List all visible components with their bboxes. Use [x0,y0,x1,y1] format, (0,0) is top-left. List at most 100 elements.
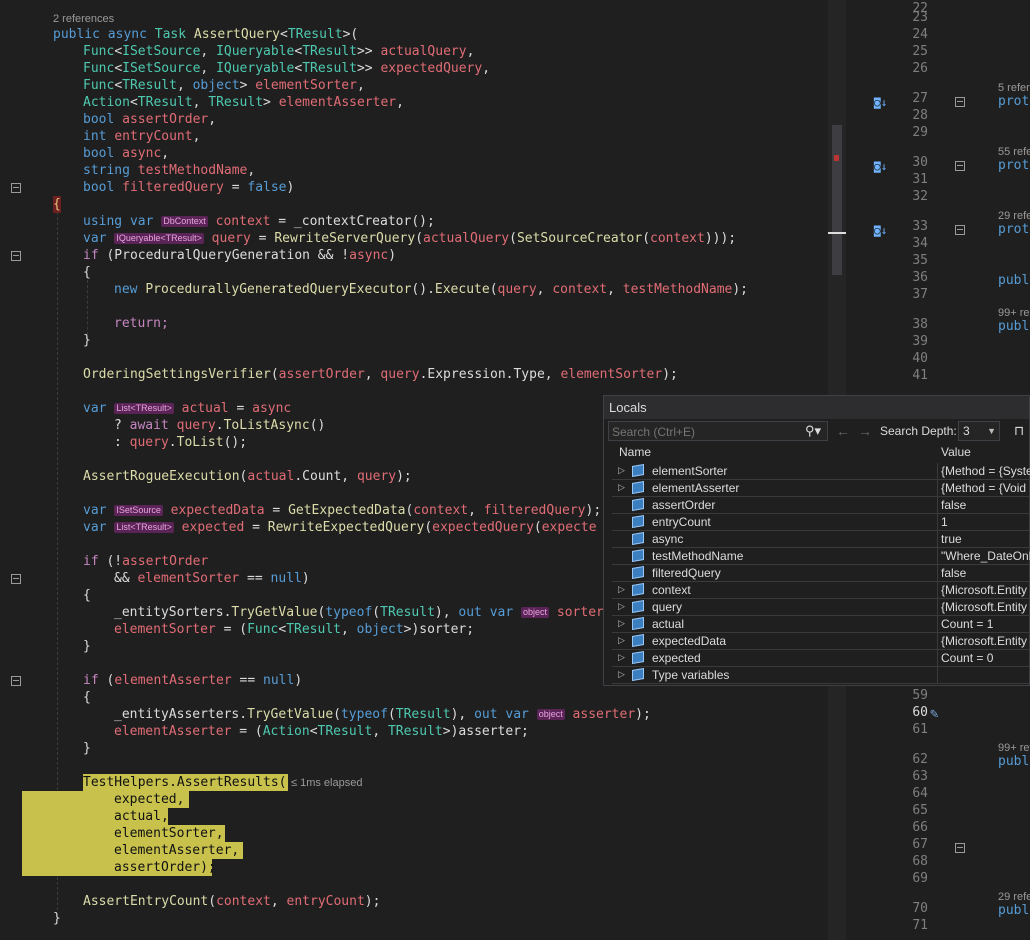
search-depth-select[interactable]: 3 ▼ [958,421,1000,441]
locals-row[interactable]: entryCount 1 [612,514,1030,531]
locals-row[interactable]: ▷ Type variables [612,667,1030,684]
expand-arrow-icon[interactable]: ▷ [618,584,625,595]
locals-row[interactable]: ▷ elementAsserter {Method = {Void [612,480,1030,497]
line-number: 28 [912,108,928,123]
expand-arrow-icon[interactable]: ▷ [618,652,625,663]
code-line: expected, [114,792,185,807]
locals-row[interactable]: assertOrder false [612,497,1030,514]
line-number: 27 [912,91,928,106]
codelens-references[interactable]: 99+ refe [998,742,1030,754]
locals-column-header: Name Value [604,444,1029,461]
variable-value[interactable]: false [941,566,966,580]
variable-value[interactable]: {Microsoft.Entity [941,634,1027,648]
expand-arrow-icon[interactable]: ▷ [618,482,625,493]
variable-value[interactable]: Count = 1 [941,617,993,631]
variable-value[interactable]: {Method = {Syste [941,464,1030,478]
locals-row[interactable]: ▷ actual Count = 1 [612,616,1030,633]
code-line: && elementSorter == null) [114,571,310,586]
code-line: publ [998,319,1030,334]
code-line: assertOrder); [114,860,216,875]
code-line: { [83,690,91,705]
pin-icon[interactable]: ⊓ [1014,423,1024,439]
fold-toggle-icon[interactable] [11,251,21,261]
variable-icon [632,548,644,563]
locals-title[interactable]: Locals [604,396,1029,419]
variable-name: expectedData [652,634,727,648]
line-number: 65 [912,803,928,818]
variable-value[interactable]: Count = 0 [941,651,993,665]
code-line: var List<TResult> actual = async [83,401,292,416]
fold-toggle-icon[interactable] [11,574,21,584]
variable-value[interactable]: "Where_DateOnly [941,549,1030,563]
expand-arrow-icon[interactable]: ▷ [618,635,625,646]
fold-toggle-icon[interactable] [955,161,965,171]
search-depth-label: Search Depth: [880,424,957,438]
variable-value[interactable]: {Microsoft.Entity [941,600,1027,614]
code-line: _entitySorters.TryGetValue(typeof(TResul… [114,605,604,620]
expand-arrow-icon[interactable]: ▷ [618,465,625,476]
code-line: } [83,741,91,756]
variable-value[interactable]: true [941,532,962,546]
fold-toggle-icon[interactable] [11,676,21,686]
code-line: var IQueryable<TResult> query = RewriteS… [83,231,737,246]
code-line: } [83,639,91,654]
line-number: 59 [912,688,928,703]
line-number: 30 [912,155,928,170]
code-line: { [83,265,91,280]
codelens-references[interactable]: 29 refe [998,891,1030,903]
locals-search-box[interactable]: ⚲▾ [608,421,828,442]
locals-row[interactable]: async true [612,531,1030,548]
codelens-references[interactable]: 99+ re [998,307,1030,319]
variable-name: async [652,532,684,546]
locals-window[interactable]: Locals ⚲▾ ← → Search Depth: 3▼ ⊓ Name Va… [603,395,1030,686]
column-separator [937,582,938,599]
fold-toggle-icon[interactable] [955,225,965,235]
codelens-references[interactable]: 55 refere [998,146,1030,158]
fold-toggle-icon[interactable] [11,183,21,193]
forward-arrow-icon[interactable]: → [858,423,872,439]
column-name-header[interactable]: Name [619,445,651,459]
expand-arrow-icon[interactable]: ▷ [618,669,625,680]
code-line: Action<TResult, TResult> elementAsserter… [83,95,404,110]
scrollbar-thumb[interactable] [832,125,842,275]
locals-row[interactable]: testMethodName "Where_DateOnly [612,548,1030,565]
fold-toggle-icon[interactable] [955,843,965,853]
locals-search-input[interactable] [609,422,804,442]
column-separator [937,650,938,667]
expand-arrow-icon[interactable]: ▷ [618,618,625,629]
codelens-references[interactable]: 5 refere [998,82,1030,94]
variable-name: query [652,600,683,614]
variable-value[interactable]: {Microsoft.Entity [941,583,1027,597]
locals-row[interactable]: filteredQuery false [612,565,1030,582]
codelens-references[interactable]: 29 refe [998,210,1030,222]
line-number: 34 [912,236,928,251]
fold-toggle-icon[interactable] [955,97,965,107]
locals-row[interactable]: ▷ expected Count = 0 [612,650,1030,667]
line-number: 67 [912,837,928,852]
code-line: { [53,196,61,213]
locals-row[interactable]: ▷ elementSorter {Method = {Syste [612,463,1030,480]
edit-breakpoint-icon[interactable]: ✎ [930,706,938,722]
code-line: new ProcedurallyGeneratedQueryExecutor()… [114,282,749,297]
variable-name: context [652,583,691,597]
locals-row[interactable]: ▷ context {Microsoft.Entity [612,582,1030,599]
variable-value[interactable]: {Method = {Void [941,481,1026,495]
locals-row[interactable]: ▷ expectedData {Microsoft.Entity [612,633,1030,650]
locals-row[interactable]: ▷ query {Microsoft.Entity [612,599,1030,616]
chevron-down-icon: ▼ [987,426,996,436]
search-icon[interactable]: ⚲▾ [805,423,821,439]
variable-name: actual [652,617,685,631]
column-value-header[interactable]: Value [941,445,971,459]
code-line: AssertRogueExecution(actual.Count, query… [83,469,412,484]
line-number: 60 [912,705,928,720]
code-line: actual, [114,809,169,824]
code-line: } [83,333,91,348]
variable-value[interactable]: false [941,498,966,512]
back-arrow-icon[interactable]: ← [836,423,850,439]
variable-value[interactable]: 1 [941,515,948,529]
code-line: elementAsserter = (Action<TResult, TResu… [114,724,529,739]
references-codelens[interactable]: 2 references [53,13,114,25]
code-line: if (!assertOrder [83,554,209,569]
variable-icon [632,463,644,478]
expand-arrow-icon[interactable]: ▷ [618,601,625,612]
